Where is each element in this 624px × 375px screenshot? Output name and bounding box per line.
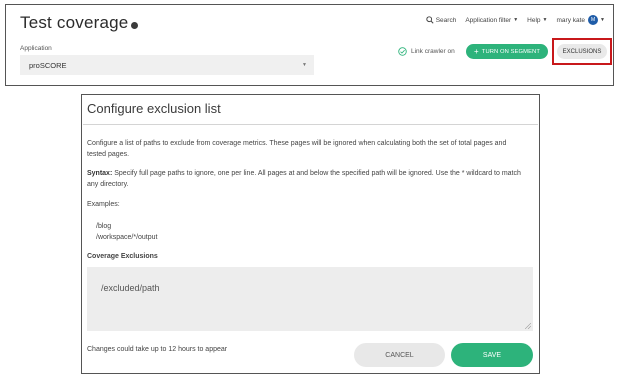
- check-circle-icon: [398, 47, 407, 56]
- cancel-label: CANCEL: [385, 351, 414, 359]
- page-title: Test coverage: [20, 13, 129, 32]
- user-menu[interactable]: mary kate M ▼: [556, 15, 605, 25]
- application-select[interactable]: proSCORE ▼: [20, 55, 314, 75]
- link-crawler-label: Link crawler on: [411, 48, 455, 55]
- coverage-exclusions-textarea[interactable]: /excluded/path: [87, 267, 533, 331]
- coverage-exclusions-label: Coverage Exclusions: [87, 253, 158, 260]
- avatar: M: [588, 15, 599, 25]
- dialog-description: Configure a list of paths to exclude fro…: [87, 140, 507, 158]
- save-button[interactable]: SAVE: [451, 343, 533, 367]
- help-dropdown[interactable]: Help ▼: [527, 17, 547, 24]
- turn-on-segment-label: TURN ON SEGMENT: [481, 48, 540, 55]
- exclusions-label: EXCLUSIONS: [562, 48, 602, 55]
- caret-down-icon: ▼: [302, 62, 307, 68]
- test-coverage-header-panel: Test coverage Search Application filter …: [5, 4, 614, 86]
- exclusion-list-dialog: Configure exclusion list Configure a lis…: [81, 94, 540, 374]
- user-name: mary kate: [556, 16, 586, 24]
- application-selected-value: proSCORE: [29, 60, 67, 70]
- syntax-label: Syntax:: [87, 170, 113, 177]
- plus-icon: +: [474, 46, 479, 56]
- caret-down-icon: ▼: [542, 17, 548, 23]
- turn-on-segment-button[interactable]: + TURN ON SEGMENT: [466, 44, 548, 59]
- help-label: Help: [527, 16, 541, 24]
- cancel-button[interactable]: CANCEL: [354, 343, 445, 367]
- application-label: Application: [20, 45, 52, 52]
- examples-label: Examples:: [87, 201, 120, 208]
- resize-grip-icon[interactable]: [525, 323, 531, 329]
- search-nav-item[interactable]: Search: [426, 16, 457, 24]
- application-filter-dropdown[interactable]: Application filter ▼: [465, 17, 518, 24]
- syntax-help: Syntax: Specify full page paths to ignor…: [87, 168, 527, 190]
- dialog-title: Configure exclusion list: [87, 101, 221, 116]
- divider: [83, 124, 538, 125]
- application-filter-label: Application filter: [465, 16, 512, 24]
- top-nav: Search Application filter ▼ Help ▼ mary …: [417, 15, 605, 25]
- link-crawler-status: Link crawler on: [398, 47, 455, 56]
- info-icon[interactable]: [131, 21, 139, 29]
- example-path: /blog: [96, 223, 112, 230]
- example-path: /workspace/*/output: [96, 234, 158, 241]
- title-wrap: Test coverage: [20, 13, 139, 33]
- caret-down-icon: ▼: [600, 17, 605, 23]
- coverage-exclusions-value: /excluded/path: [101, 283, 160, 293]
- changes-note: Changes could take up to 12 hours to app…: [87, 346, 228, 353]
- caret-down-icon: ▼: [513, 17, 519, 23]
- search-label: Search: [435, 16, 457, 24]
- save-label: SAVE: [482, 351, 502, 359]
- syntax-text: Specify full page paths to ignore, one p…: [87, 170, 521, 188]
- search-icon: [426, 16, 434, 24]
- exclusions-button[interactable]: EXCLUSIONS: [557, 44, 607, 59]
